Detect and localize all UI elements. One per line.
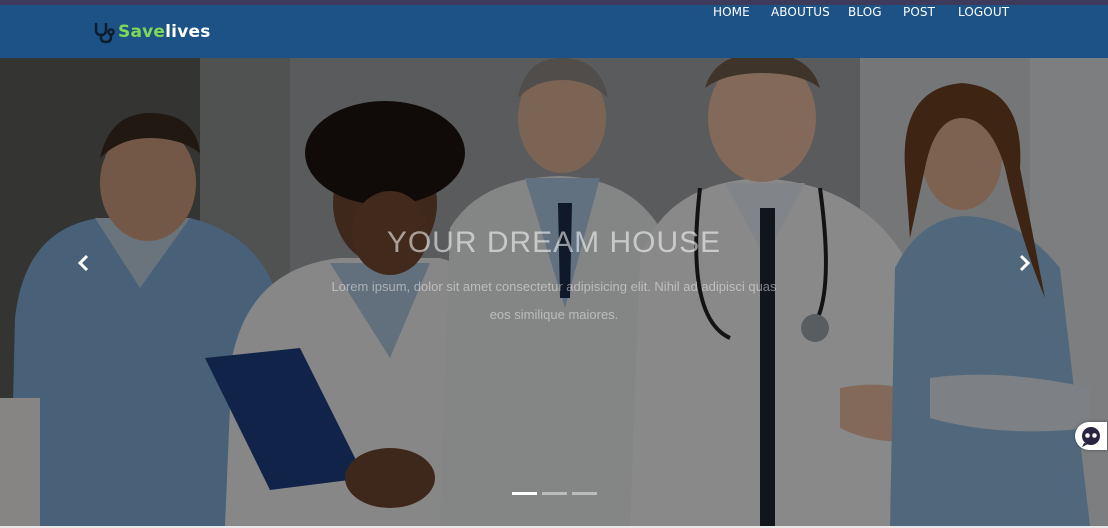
stethoscope-icon xyxy=(94,23,115,44)
carousel-indicator-1[interactable] xyxy=(512,492,537,495)
nav-aboutus[interactable]: ABOUTUS xyxy=(771,5,830,19)
nav-home[interactable]: HOME xyxy=(713,5,750,19)
carousel-caption-text: Lorem ipsum, dolor sit amet consectetur … xyxy=(331,279,777,322)
brand-logo[interactable]: Savelives xyxy=(92,18,211,46)
chat-widget-button[interactable] xyxy=(1075,422,1107,450)
nav-post[interactable]: POST xyxy=(903,5,935,19)
navbar: Savelives HOME ABOUTUS BLOG POST LOGOUT xyxy=(0,5,1108,58)
chevron-right-icon xyxy=(1019,254,1031,272)
nav-logout[interactable]: LOGOUT xyxy=(958,5,1009,19)
carousel-indicators xyxy=(0,492,1108,496)
carousel-next-button[interactable] xyxy=(1014,251,1034,275)
chevron-left-icon xyxy=(77,254,89,272)
carousel-indicator-3[interactable] xyxy=(572,492,597,495)
hero-carousel: YOUR DREAM HOUSE Lorem ipsum, dolor sit … xyxy=(0,58,1108,526)
nav-blog[interactable]: BLOG xyxy=(848,5,882,19)
brand-name-part2: lives xyxy=(165,22,211,42)
carousel-caption-title: YOUR DREAM HOUSE xyxy=(386,226,722,259)
chat-bot-icon xyxy=(1082,427,1100,447)
brand-name-part1: Save xyxy=(118,22,166,42)
carousel-indicator-2[interactable] xyxy=(542,492,567,495)
carousel-prev-button[interactable] xyxy=(74,251,94,275)
